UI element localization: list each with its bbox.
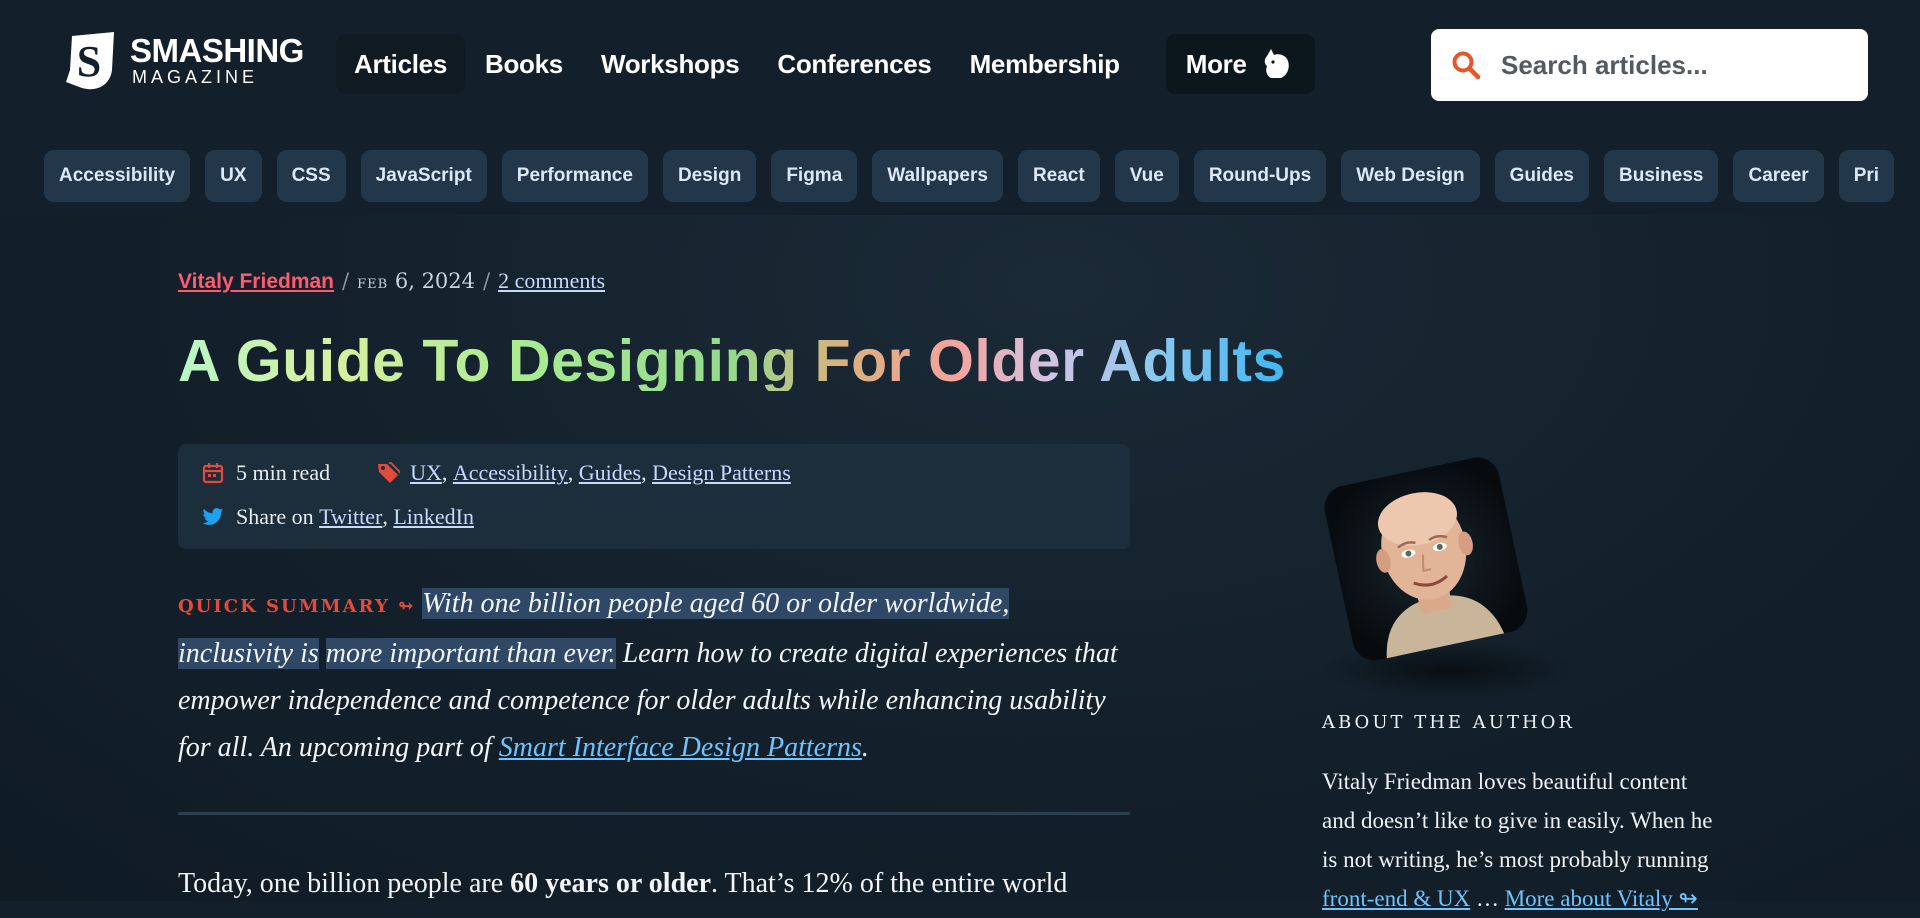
author-avatar[interactable]: [1320, 453, 1532, 665]
smashing-logo[interactable]: S SMASHING MAGAZINE: [62, 30, 307, 116]
comma: ,: [641, 460, 653, 485]
bio-line: is not writing, he’s most probably runni…: [1322, 847, 1709, 872]
share-linkedin-link[interactable]: LinkedIn: [393, 504, 474, 530]
share-label: Share on: [236, 504, 314, 529]
logo-wordmark-bottom: MAGAZINE: [132, 67, 259, 87]
bio-line: and doesn’t like to give in easily. When…: [1322, 808, 1713, 833]
article-body-first-line: Today, one billion people are 60 years o…: [178, 868, 1067, 900]
comments-link[interactable]: 2 comments: [498, 268, 605, 293]
tag-vue[interactable]: Vue: [1114, 150, 1179, 202]
category-link-ux[interactable]: UX: [410, 460, 442, 486]
category-link-accessibility[interactable]: Accessibility: [453, 460, 568, 486]
author-link[interactable]: Vitaly Friedman: [178, 270, 334, 293]
more-about-vitaly-link[interactable]: More about Vitaly ↬: [1505, 886, 1698, 911]
tag-wallpapers[interactable]: Wallpapers: [872, 150, 1003, 202]
article-byline: Vitaly Friedman / feb 6, 2024 / 2 comments: [178, 268, 605, 294]
comma: ,: [567, 460, 579, 485]
read-time: 5 min read: [236, 460, 331, 485]
meta-row-readtime-tags: 5 min read UX, Accessibility, Guides, De…: [202, 460, 791, 486]
search-box[interactable]: [1431, 29, 1868, 101]
tag-career[interactable]: Career: [1733, 150, 1824, 202]
body-text-end: . That’s 12% of the entire world: [711, 868, 1068, 899]
tag-privacy-partial[interactable]: Pri: [1838, 150, 1895, 202]
about-author-heading: ABOUT THE AUTHOR: [1322, 712, 1575, 733]
tag-design[interactable]: Design: [662, 150, 757, 202]
cat-icon: [1264, 49, 1289, 78]
nav-more-label: More: [1185, 48, 1247, 79]
bio-ellipsis: …: [1470, 886, 1505, 911]
nav-conferences[interactable]: Conferences: [759, 34, 949, 94]
author-bio: Vitaly Friedman loves beautiful content …: [1322, 762, 1762, 918]
smashing-logo-icon: S: [66, 32, 114, 90]
selected-text-continued: more important than ever.: [325, 638, 616, 669]
logo-wordmark-top: SMASHING: [130, 32, 304, 69]
article-title: A Guide To Designing For Older Adults: [178, 328, 1286, 394]
share-twitter-link[interactable]: Twitter: [319, 504, 382, 530]
search-icon: [1452, 51, 1481, 80]
body-bold-text: 60 years or older: [510, 868, 712, 899]
main-nav: Articles Books Workshops Conferences Mem…: [336, 34, 1315, 94]
publish-date: 6, 2024: [394, 269, 476, 293]
nav-workshops[interactable]: Workshops: [583, 34, 757, 94]
quick-summary-label: QUICK SUMMARY ↬: [178, 596, 416, 617]
tag-accessibility[interactable]: Accessibility: [44, 150, 191, 202]
tag-react[interactable]: React: [1017, 150, 1100, 202]
author-photo: [1376, 492, 1505, 659]
article-meta-box: 5 min read UX, Accessibility, Guides, De…: [178, 444, 1130, 549]
twitter-icon: [202, 508, 224, 525]
summary-period: .: [861, 732, 869, 763]
quick-summary: QUICK SUMMARY ↬ With one billion people …: [178, 580, 1128, 771]
tag-guides[interactable]: Guides: [1494, 150, 1589, 202]
category-link-design-patterns[interactable]: Design Patterns: [652, 460, 791, 486]
tag-round-ups[interactable]: Round-Ups: [1193, 150, 1327, 202]
nav-membership[interactable]: Membership: [952, 34, 1138, 94]
publish-month: feb: [357, 271, 389, 293]
body-text: Today, one billion people are: [178, 868, 511, 899]
tag-web-design[interactable]: Web Design: [1341, 150, 1480, 202]
tag-ux[interactable]: UX: [205, 150, 262, 202]
tag-icon: [378, 462, 401, 483]
comma: ,: [441, 460, 453, 485]
search-input[interactable]: [1499, 48, 1863, 82]
meta-row-share: Share on Twitter, LinkedIn: [202, 504, 474, 530]
summary-divider: [178, 812, 1130, 815]
svg-text:S: S: [77, 37, 101, 86]
comma: ,: [382, 504, 394, 529]
nav-articles[interactable]: Articles: [336, 34, 465, 94]
tag-javascript[interactable]: JavaScript: [360, 150, 487, 202]
site-header: S SMASHING MAGAZINE Articles Books Works…: [0, 0, 1920, 215]
byline-separator: /: [342, 269, 350, 293]
category-tag-bar: Accessibility UX CSS JavaScript Performa…: [44, 150, 1895, 202]
bio-line: Vitaly Friedman loves beautiful content: [1322, 769, 1688, 794]
tag-figma[interactable]: Figma: [771, 150, 858, 202]
front-end-ux-link[interactable]: front-end & UX: [1322, 886, 1470, 911]
tag-performance[interactable]: Performance: [501, 150, 648, 202]
bio-line-links: front-end & UX … More about Vitaly ↬: [1322, 879, 1762, 918]
calendar-icon: [202, 463, 224, 484]
tag-business[interactable]: Business: [1604, 150, 1719, 202]
nav-books[interactable]: Books: [467, 34, 581, 94]
category-link-guides[interactable]: Guides: [579, 460, 641, 486]
tag-css[interactable]: CSS: [276, 150, 346, 202]
nav-more-button[interactable]: More: [1165, 34, 1315, 94]
smart-interface-design-patterns-link[interactable]: Smart Interface Design Patterns: [499, 732, 862, 763]
byline-separator: /: [483, 269, 491, 293]
